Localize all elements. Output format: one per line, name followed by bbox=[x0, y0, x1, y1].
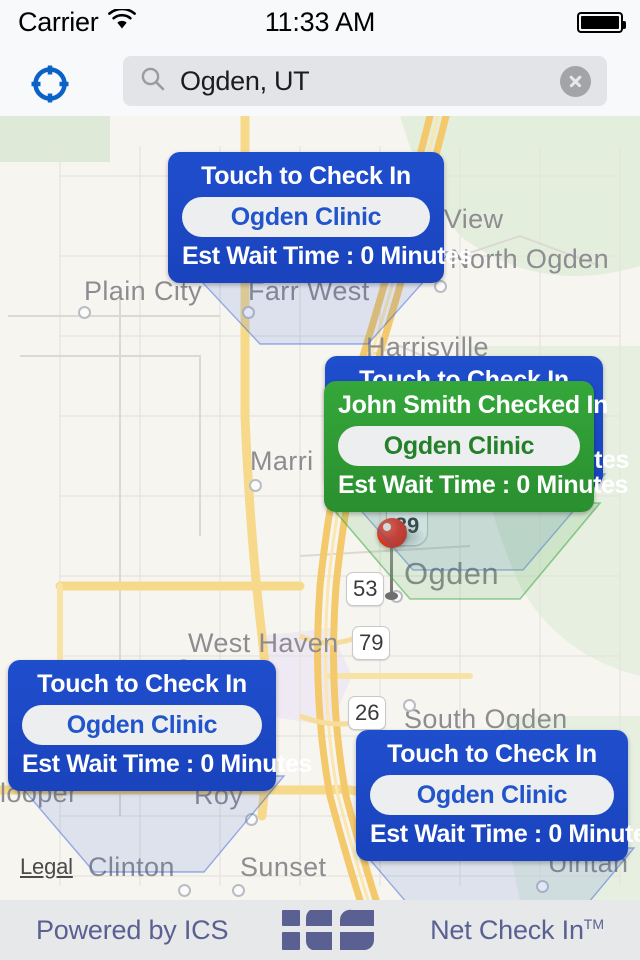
clinic-button[interactable]: Ogden Clinic bbox=[370, 775, 614, 815]
footer-bar: Powered by ICS Net Check InTM bbox=[0, 900, 640, 960]
ics-logo-icon bbox=[282, 908, 376, 952]
callout-bottom-left[interactable]: Touch to Check In Ogden Clinic Est Wait … bbox=[8, 660, 313, 873]
clinic-name: Ogden Clinic bbox=[416, 780, 568, 809]
clinic-name: Ogden Clinic bbox=[66, 710, 218, 739]
city-dot bbox=[78, 306, 91, 319]
callout-top[interactable]: Touch to Check In Ogden Clinic Est Wait … bbox=[168, 152, 473, 345]
highway-shield-26[interactable]: 26 bbox=[348, 696, 387, 730]
search-input[interactable]: Ogden, UT bbox=[123, 56, 607, 106]
wait-time-label: Est Wait Time : 0 Minutes bbox=[22, 750, 313, 778]
callout-bubble[interactable]: Touch to Check In Ogden Clinic Est Wait … bbox=[8, 660, 313, 791]
crosshair-location-icon[interactable] bbox=[27, 61, 73, 107]
city-dot bbox=[403, 699, 416, 712]
wait-time-label: Est Wait Time : 0 Minutes bbox=[182, 242, 473, 270]
map-label: North Ogden bbox=[450, 244, 609, 274]
clock-label: 11:33 AM bbox=[264, 6, 376, 37]
callout-bubble[interactable]: Touch to Check In Ogden Clinic Est Wait … bbox=[356, 730, 640, 861]
city-dot bbox=[249, 479, 262, 492]
callout-title: Touch to Check In bbox=[201, 162, 411, 190]
net-check-in-label: Net Check InTM bbox=[430, 915, 604, 946]
net-check-in-text: Net Check In bbox=[430, 914, 584, 945]
search-icon bbox=[140, 66, 166, 97]
map-label: Marri bbox=[250, 446, 314, 476]
search-input-value[interactable]: Ogden, UT bbox=[180, 66, 560, 97]
wait-time-label: Est Wait Time : 0 Minutes bbox=[338, 471, 629, 499]
callout-title: Touch to Check In bbox=[387, 740, 597, 768]
search-bar: Ogden, UT bbox=[0, 44, 640, 116]
clinic-button[interactable]: Ogden Clinic bbox=[22, 705, 262, 745]
callout-title: John Smith Checked In bbox=[338, 391, 609, 419]
map-label: West Haven bbox=[188, 628, 339, 658]
clinic-button[interactable]: Ogden Clinic bbox=[182, 197, 430, 237]
callout-middle-front[interactable]: John Smith Checked In Ogden Clinic Est W… bbox=[324, 381, 629, 600]
callout-bubble[interactable]: Touch to Check In Ogden Clinic Est Wait … bbox=[168, 152, 473, 283]
callout-title: Touch to Check In bbox=[37, 670, 247, 698]
status-bar: Carrier 11:33 AM bbox=[0, 0, 640, 44]
clinic-button[interactable]: Ogden Clinic bbox=[338, 426, 580, 466]
wait-time-label: Est Wait Time : 0 Minutes bbox=[370, 820, 640, 848]
clinic-name: Ogden Clinic bbox=[230, 202, 382, 231]
powered-by-label: Powered by ICS bbox=[36, 914, 229, 945]
callout-bottom-right[interactable]: Touch to Check In Ogden Clinic Est Wait … bbox=[356, 730, 640, 900]
battery-full-icon bbox=[577, 11, 626, 33]
highway-shield-79[interactable]: 79 bbox=[352, 626, 391, 660]
map-canvas[interactable]: Plain City Farr West t View North Ogden … bbox=[0, 116, 640, 900]
clear-close-icon[interactable] bbox=[560, 65, 591, 97]
callout-bubble[interactable]: John Smith Checked In Ogden Clinic Est W… bbox=[324, 381, 629, 512]
trademark-symbol: TM bbox=[583, 915, 604, 932]
clinic-name: Ogden Clinic bbox=[383, 431, 535, 460]
